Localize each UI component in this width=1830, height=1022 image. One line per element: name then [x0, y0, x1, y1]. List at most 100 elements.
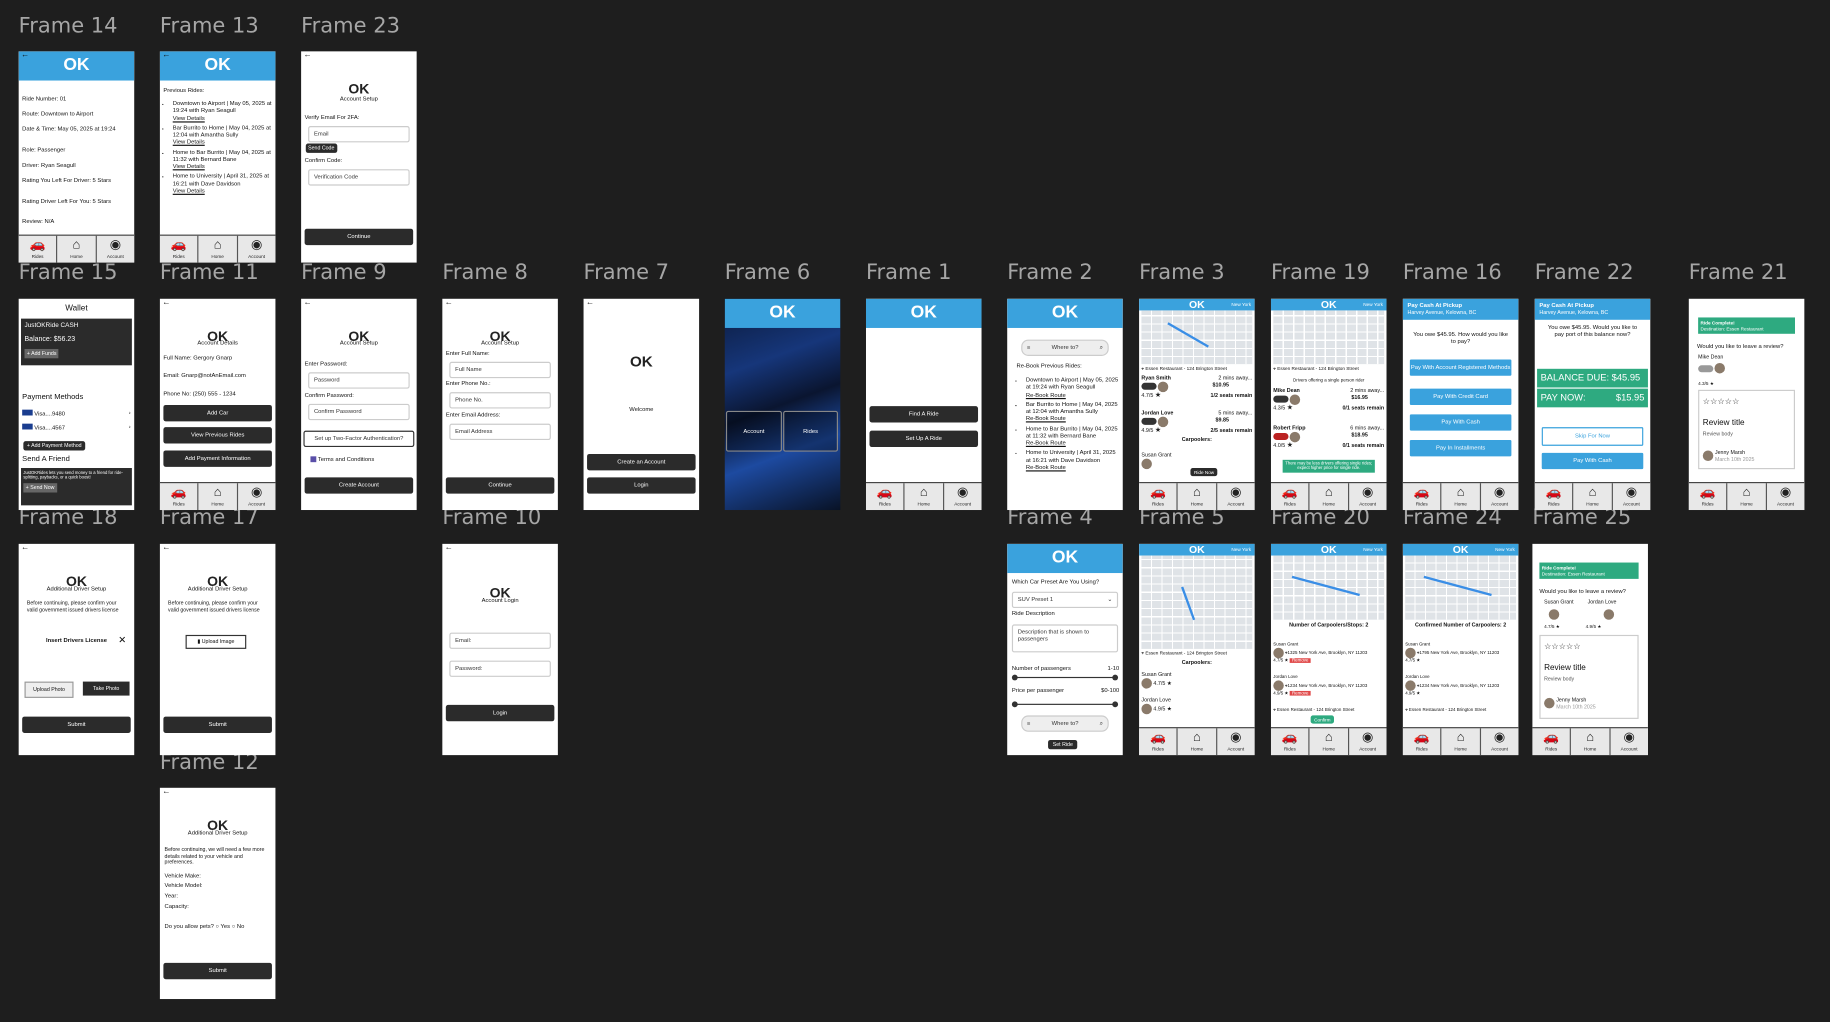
star-rating[interactable]: ☆☆☆☆☆ [1703, 398, 1740, 408]
nav-account[interactable]: ◉ Account [1610, 728, 1648, 755]
map[interactable] [1405, 555, 1517, 620]
back-arrow-icon[interactable]: ← [586, 299, 594, 309]
view-details-link[interactable]: View Details [173, 188, 205, 195]
nav-rides[interactable]: 🚗 Rides [1403, 728, 1442, 756]
map[interactable] [1273, 555, 1385, 620]
nav-account[interactable]: ◉ Account [1349, 728, 1387, 755]
rebook-link[interactable]: Re-Book Route [1026, 464, 1066, 471]
nav-rides[interactable]: 🚗 Rides [1139, 483, 1178, 511]
phone-field[interactable]: Phone No. [449, 392, 551, 409]
full-name-field[interactable]: Full Name [449, 361, 551, 379]
submit-button[interactable]: Submit [163, 716, 272, 734]
nav-rides[interactable]: 🚗 Rides [1139, 728, 1178, 756]
description-field[interactable]: Description that is shown to passengers [1011, 624, 1119, 653]
password-field[interactable]: Password [308, 372, 410, 389]
send-code-button[interactable]: Send Code [305, 143, 337, 153]
continue-button[interactable]: Continue [304, 228, 414, 246]
nav-rides[interactable]: 🚗 Rides [19, 235, 58, 263]
find-ride-button[interactable]: Find A Ride [869, 406, 979, 423]
back-arrow-icon[interactable]: ← [303, 299, 311, 309]
pay-registered-button[interactable]: Pay With Account Registered Methods [1409, 359, 1512, 377]
nav-rides[interactable]: 🚗 Rides [160, 483, 199, 511]
back-arrow-icon[interactable]: ← [445, 544, 453, 554]
nav-account[interactable]: ◉ Account [1217, 483, 1255, 510]
review-card[interactable]: ☆☆☆☆☆ Review title Review body Jenny Mar… [1698, 389, 1795, 470]
nav-home[interactable]: ⌂ Home [1310, 728, 1349, 756]
driver-option[interactable]: Robert Fripp 6 mins away... $18.95 4.0/5… [1273, 425, 1384, 450]
back-arrow-icon[interactable]: ← [303, 51, 311, 61]
nav-account[interactable]: ◉ Account [1481, 728, 1519, 755]
upload-image-button[interactable]: ▮ Upload Image [185, 634, 247, 649]
submit-button[interactable]: Submit [22, 716, 131, 734]
nav-home[interactable]: ⌂ Home [199, 483, 238, 511]
pay-credit-card-button[interactable]: Pay With Credit Card [1409, 388, 1512, 406]
nav-home[interactable]: ⌂ Home [905, 483, 944, 511]
nav-rides[interactable]: 🚗 Rides [160, 235, 199, 263]
send-now-button[interactable]: + Send Now [23, 483, 57, 493]
where-to-search[interactable]: ≡ Where to? ⌕ [1021, 715, 1109, 733]
radio-no[interactable]: ○ No [232, 923, 245, 930]
email-field[interactable]: Email [308, 126, 410, 143]
nav-home[interactable]: ⌂ Home [58, 235, 97, 263]
nav-home[interactable]: ⌂ Home [1571, 728, 1611, 756]
rides-button[interactable]: Rides [783, 410, 838, 452]
two-factor-button[interactable]: Set up Two-Factor Authentication? [303, 430, 415, 448]
back-arrow-icon[interactable]: ← [21, 544, 29, 554]
back-arrow-icon[interactable]: ← [162, 299, 170, 309]
radio-yes[interactable]: ○ Yes [215, 923, 230, 930]
email-field[interactable]: Email: [449, 632, 551, 650]
create-account-button[interactable]: Create an Account [587, 454, 696, 471]
add-payment-button[interactable]: Add Payment Information [163, 450, 272, 468]
pay-cash-button[interactable]: Pay With Cash [1541, 452, 1644, 470]
terms-checkbox[interactable]: Terms and Conditions [310, 456, 413, 463]
nav-home[interactable]: ⌂ Home [1728, 483, 1767, 511]
nav-home[interactable]: ⌂ Home [1178, 483, 1217, 511]
nav-rides[interactable]: 🚗 Rides [1532, 728, 1572, 756]
capacity-label[interactable]: Capacity: [165, 903, 272, 910]
remove-button[interactable]: Remove [1289, 657, 1311, 663]
card-row[interactable]: Visa....9480 › [22, 409, 131, 418]
login-button[interactable]: Login [445, 704, 555, 722]
card-row[interactable]: Visa....4567 › [22, 423, 131, 432]
nav-account[interactable]: ◉ Account [944, 483, 982, 510]
nav-account[interactable]: ◉ Account [1349, 483, 1387, 510]
nav-home[interactable]: ⌂ Home [1574, 483, 1613, 511]
preset-select[interactable]: SUV Preset 1 ⌄ [1011, 591, 1119, 609]
confirm-password-field[interactable]: Confirm Password [308, 403, 410, 421]
view-details-link[interactable]: View Details [173, 163, 205, 170]
continue-button[interactable]: Continue [445, 477, 555, 494]
set-ride-button[interactable]: Set Ride [1048, 739, 1078, 749]
back-arrow-icon[interactable]: ← [21, 51, 29, 61]
driver-option[interactable]: Mike Dean 2 mins away... $16.95 4.3/5 ★ … [1273, 387, 1384, 412]
close-icon[interactable]: ✕ [118, 635, 126, 647]
vehicle-make-label[interactable]: Vehicle Make: [165, 873, 272, 880]
nav-home[interactable]: ⌂ Home [1310, 483, 1349, 511]
star-rating[interactable]: ☆☆☆☆☆ [1544, 643, 1581, 653]
email-field[interactable]: Email Address [449, 423, 551, 441]
price-slider[interactable] [1011, 701, 1119, 708]
view-previous-rides-button[interactable]: View Previous Rides [163, 427, 272, 444]
nav-rides[interactable]: 🚗 Rides [1535, 483, 1574, 511]
pay-now-row[interactable]: PAY NOW: $15.95 [1537, 388, 1648, 408]
map[interactable] [1273, 310, 1385, 365]
nav-rides[interactable]: 🚗 Rides [1689, 483, 1728, 511]
view-details-link[interactable]: View Details [173, 139, 205, 146]
add-funds-button[interactable]: + Add Funds [24, 349, 59, 359]
upload-photo-button[interactable]: Upload Photo [24, 681, 74, 698]
nav-home[interactable]: ⌂ Home [199, 235, 238, 263]
view-details-link[interactable]: View Details [173, 115, 205, 122]
rebook-link[interactable]: Re-Book Route [1026, 416, 1066, 423]
back-arrow-icon[interactable]: ← [162, 51, 170, 61]
passengers-slider[interactable] [1011, 674, 1119, 681]
submit-button[interactable]: Submit [163, 962, 272, 980]
nav-account[interactable]: ◉ Account [1613, 483, 1651, 510]
map[interactable] [1141, 555, 1253, 649]
verification-code-field[interactable]: Verification Code [308, 169, 410, 186]
where-to-search[interactable]: ≡ Where to? ⌕ [1021, 339, 1109, 357]
add-car-button[interactable]: Add Car [163, 404, 272, 422]
nav-rides[interactable]: 🚗 Rides [1271, 728, 1310, 756]
login-button[interactable]: Login [587, 477, 696, 494]
nav-account[interactable]: ◉ Account [1767, 483, 1805, 510]
nav-rides[interactable]: 🚗 Rides [1271, 483, 1310, 511]
nav-rides[interactable]: 🚗 Rides [1403, 483, 1442, 511]
